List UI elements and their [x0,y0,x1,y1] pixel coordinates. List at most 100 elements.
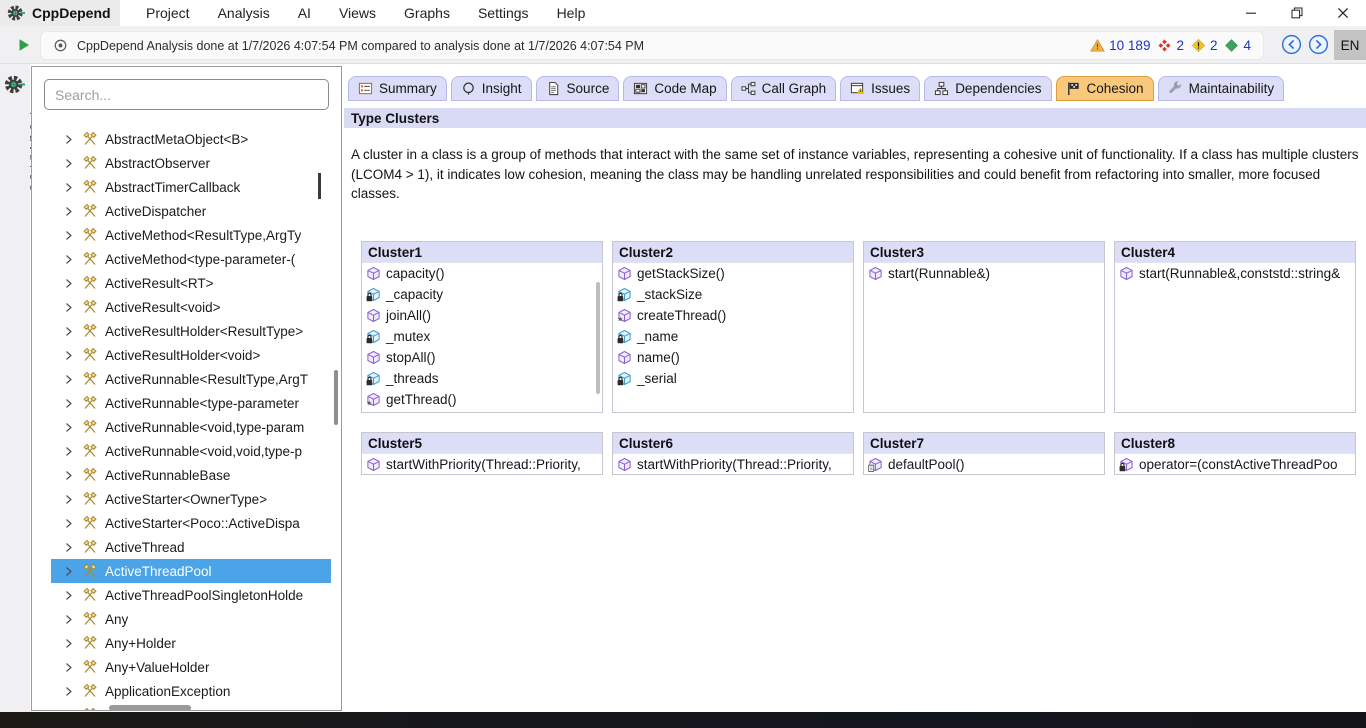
issue-count[interactable]: 10 189 [1090,38,1150,53]
class-icon [82,659,98,675]
cluster-member-label: _stackSize [637,287,702,302]
tree-item[interactable]: ActiveRunnableBase [51,463,331,487]
chevron-right-icon [62,493,75,506]
tree-item[interactable]: AbstractObserver [51,151,331,175]
cluster-member[interactable]: capacity() [362,263,602,284]
cluster-member[interactable]: _mutex [362,326,602,347]
issue-count[interactable]: 2 [1191,38,1218,53]
cluster-member[interactable]: startWithPriority(Thread::Priority, [613,454,853,475]
chevron-right-icon [62,397,75,410]
tree-item[interactable]: ActiveRunnable<void,type-param [51,415,331,439]
menu-ai[interactable]: AI [284,0,325,26]
tab-cohesion[interactable]: Cohesion [1056,76,1154,101]
tree-item[interactable]: AbstractMetaObject<B> [51,127,331,151]
tab-code-map[interactable]: Code Map [623,76,726,101]
class-icon [82,419,98,435]
tab-insight[interactable]: Insight [451,76,532,101]
menu-graphs[interactable]: Graphs [390,0,464,26]
tab-summary[interactable]: Summary [348,76,447,101]
cluster-member-label: start(Runnable&) [888,266,990,281]
menu-analysis[interactable]: Analysis [204,0,284,26]
minimize-button[interactable] [1228,0,1274,26]
cluster-member[interactable]: _serial [613,368,853,389]
cluster-member[interactable]: defaultPool() [864,454,1104,475]
chevron-right-icon [62,565,75,578]
cluster-member[interactable]: _threads [362,368,602,389]
cluster-member-label: getThread() [386,392,457,407]
cluster-member[interactable]: startWithPriority(Thread::Priority, [362,454,602,475]
menu-views[interactable]: Views [325,0,390,26]
cluster-member[interactable]: _capacity [362,284,602,305]
tree-item-label: ActiveRunnableBase [105,468,230,483]
search-input[interactable] [44,79,329,110]
cluster-member[interactable]: operator=(constActiveThreadPoo [1115,454,1355,475]
tree-item[interactable]: ApplicationException [51,679,331,703]
tree-item[interactable]: ActiveThread [51,535,331,559]
menu-settings[interactable]: Settings [464,0,543,26]
tree-item[interactable]: AbstractTimerCallback [51,175,331,199]
tree-item[interactable]: ActiveMethod<type-parameter-( [51,247,331,271]
tree-item[interactable]: Any+Holder [51,631,331,655]
restore-button[interactable] [1274,0,1320,26]
cluster-member[interactable]: stopAll() [362,347,602,368]
features-gear-icon[interactable] [4,74,25,95]
issue-count[interactable]: 4 [1224,38,1251,53]
field-lock-icon [366,371,381,386]
language-button[interactable]: EN [1334,30,1366,60]
tree-item[interactable]: ActiveResult<void> [51,295,331,319]
close-button[interactable] [1320,0,1366,26]
cluster-member[interactable]: _name [613,326,853,347]
menu-project[interactable]: Project [132,0,204,26]
cluster-member[interactable]: start(Runnable&,conststd::string& [1115,263,1355,284]
method-icon [1119,266,1134,281]
window-controls [1228,0,1366,26]
tree-item[interactable]: ActiveDispatcher [51,199,331,223]
tree-item[interactable]: ActiveRunnable<void,void,type-p [51,439,331,463]
tree-horizontal-scrollbar[interactable] [109,705,191,711]
tree-item[interactable]: ActiveThreadPool [51,559,331,583]
cluster-member[interactable]: name() [613,347,853,368]
cluster-member[interactable]: getStackSize() [613,263,853,284]
tree-item[interactable]: ActiveStarter<Poco::ActiveDispa [51,511,331,535]
cluster-member[interactable]: _stackSize [613,284,853,305]
cluster-member[interactable]: start(Runnable&) [864,263,1104,284]
chevron-right-icon [62,325,75,338]
issue-count[interactable]: 2 [1157,38,1184,53]
tree-item[interactable]: ActiveResultHolder<void> [51,343,331,367]
tab-source[interactable]: Source [536,76,620,101]
tree-item[interactable]: ActiveRunnable<ResultType,ArgT [51,367,331,391]
cluster-box: Cluster6startWithPriority(Thread::Priori… [612,432,854,475]
cluster-title: Cluster4 [1115,242,1355,263]
tree-item[interactable] [51,703,331,711]
tree-item[interactable]: ActiveResult<RT> [51,271,331,295]
tree-item[interactable]: ActiveStarter<OwnerType> [51,487,331,511]
tab-dependencies[interactable]: Dependencies [924,76,1051,101]
tab-maintainability[interactable]: Maintainability [1158,76,1285,101]
cluster-member[interactable]: joinAll() [362,305,602,326]
nav-forward-button[interactable] [1308,34,1329,55]
method-icon [617,350,632,365]
tab-call-graph[interactable]: Call Graph [731,76,837,101]
class-icon [82,275,98,291]
cluster-title: Cluster7 [864,433,1104,454]
cluster-scrollbar[interactable] [596,282,600,394]
tree-item[interactable]: ActiveThreadPoolSingletonHolde [51,583,331,607]
cluster-member[interactable]: createThread() [613,305,853,326]
tree-item-label: ActiveResultHolder<void> [105,348,260,363]
class-icon [82,587,98,603]
menu-help[interactable]: Help [543,0,600,26]
tree-item[interactable]: ActiveMethod<ResultType,ArgTy [51,223,331,247]
tree-vertical-scrollbar[interactable] [334,370,338,425]
tree-item[interactable]: Any [51,607,331,631]
tree-item[interactable]: Any+ValueHolder [51,655,331,679]
tree-item[interactable]: ActiveRunnable<type-parameter [51,391,331,415]
nav-back-button[interactable] [1281,34,1302,55]
run-analysis-button[interactable] [17,38,31,52]
source-icon [546,81,561,96]
method-star-icon [366,392,381,407]
tab-issues[interactable]: Issues [840,76,920,101]
cluster-member[interactable]: getThread() [362,389,602,410]
issue-count-value: 2 [1176,38,1184,53]
cluster-description: A cluster in a class is a group of metho… [351,145,1359,204]
tree-item[interactable]: ActiveResultHolder<ResultType> [51,319,331,343]
